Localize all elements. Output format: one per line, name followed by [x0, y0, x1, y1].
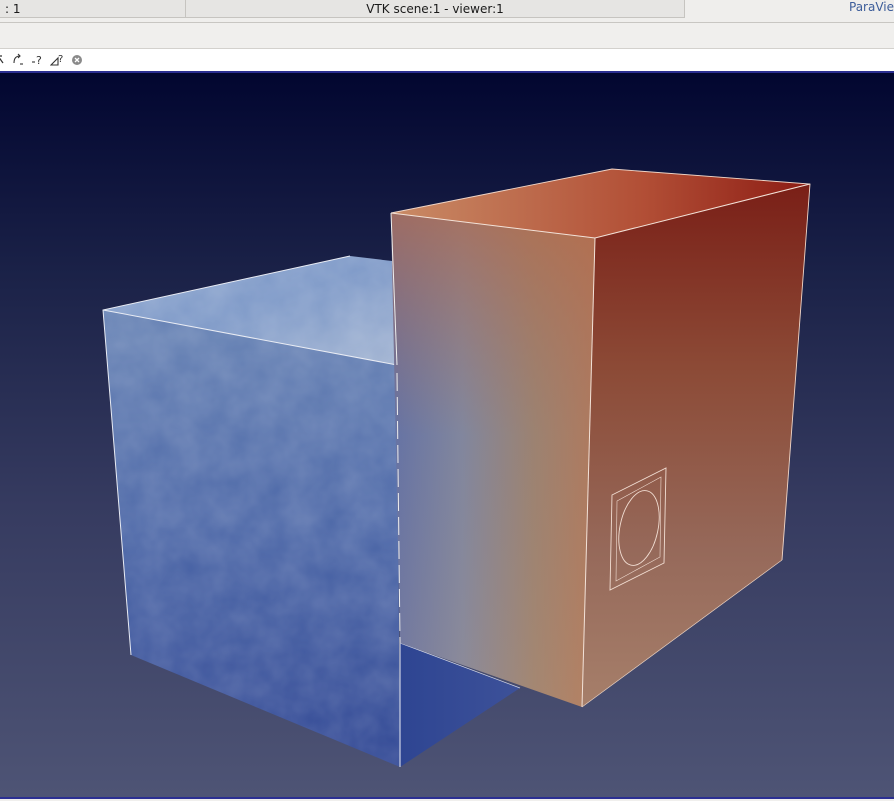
hover-query-icon[interactable]: ?	[50, 52, 66, 68]
query-icon[interactable]: ?	[31, 52, 45, 68]
view-tab-previous[interactable]: : 1	[0, 0, 186, 18]
large-box-side-face	[582, 184, 810, 707]
vtk-render-scene	[102, 168, 811, 767]
large-box-front-shade	[391, 213, 595, 707]
arc-rotate-icon[interactable]	[11, 52, 25, 68]
svg-text:?: ?	[36, 54, 42, 67]
view-toolbar: ? ?	[0, 48, 894, 71]
rotate-icon[interactable]	[0, 52, 7, 68]
view-tab-active[interactable]: VTK scene:1 - viewer:1	[185, 0, 685, 18]
brand-label: ParaVie	[849, 0, 894, 14]
small-box-front-texture	[103, 310, 400, 767]
close-circle-icon[interactable]	[70, 52, 84, 68]
view-tab-previous-label: : 1	[5, 2, 21, 16]
view-tab-active-label: VTK scene:1 - viewer:1	[366, 2, 504, 16]
svg-text:?: ?	[58, 54, 63, 65]
view-tab-bar: : 1 VTK scene:1 - viewer:1 ParaVie	[0, 0, 894, 23]
large-box	[390, 168, 811, 708]
render-view[interactable]	[0, 73, 894, 797]
